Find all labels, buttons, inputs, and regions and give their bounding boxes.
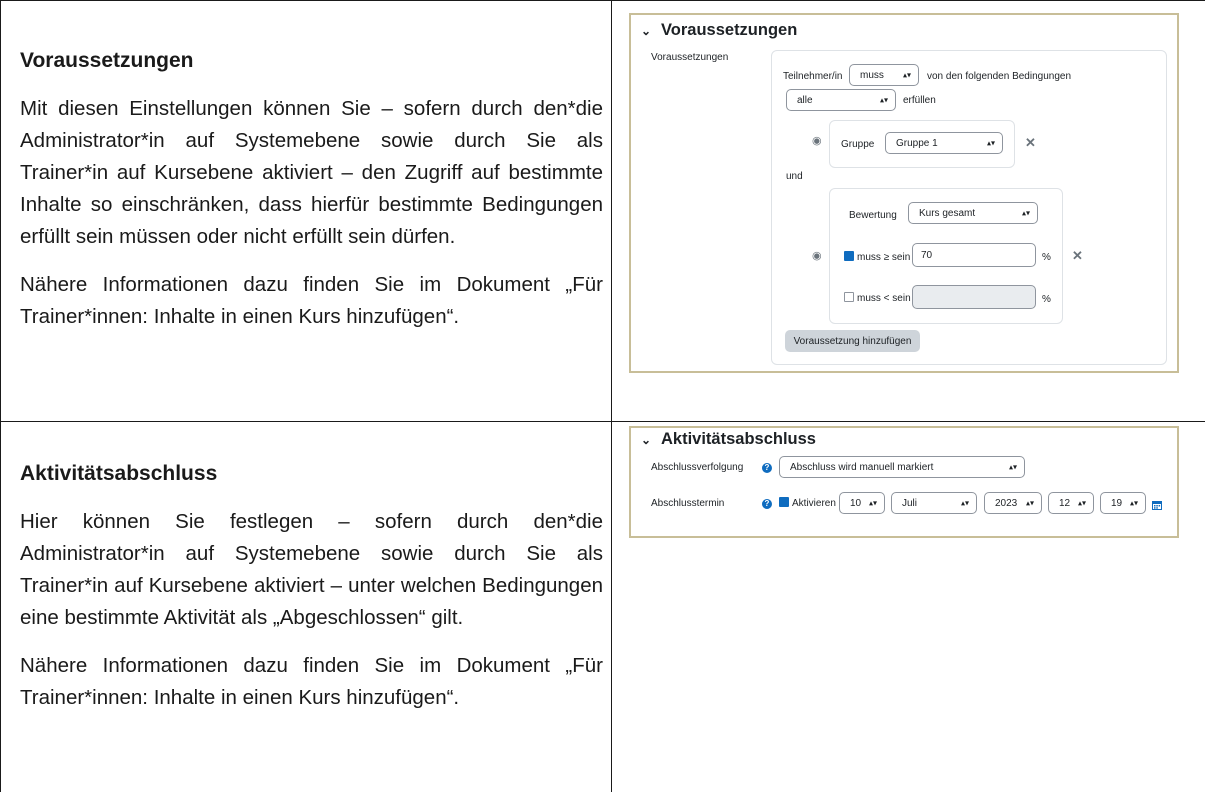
calendar-icon[interactable] xyxy=(1152,497,1162,510)
sort-arrows-icon: ▴▾ xyxy=(1129,498,1138,508)
enable-checkbox[interactable]: Aktivieren xyxy=(779,497,836,509)
table-border-row xyxy=(0,421,1205,422)
tracking-select[interactable]: Abschluss wird manuell markiert ▴▾ xyxy=(779,456,1025,478)
sort-arrows-icon: ▴▾ xyxy=(1008,462,1017,472)
and-text: und xyxy=(786,171,803,182)
minute-select[interactable]: 19 ▴▾ xyxy=(1100,492,1146,514)
sort-arrows-icon: ▴▾ xyxy=(986,138,995,148)
section-paragraph: Nähere Informationen dazu finden Sie im … xyxy=(20,273,603,328)
group-label: Gruppe xyxy=(841,139,875,150)
section-paragraph: Nähere Informationen dazu finden Sie im … xyxy=(20,654,603,709)
chevron-down-icon: ⌄ xyxy=(641,433,652,447)
fulfil-text: erfüllen xyxy=(903,95,936,106)
sort-arrows-icon: ▴▾ xyxy=(960,498,969,508)
table-border-left xyxy=(0,0,1,792)
section-heading: Voraussetzungen xyxy=(20,49,194,72)
conditions-text: von den folgenden Bedingungen xyxy=(927,71,1072,82)
percent-sign: % xyxy=(1042,252,1051,263)
section-heading: Aktivitätsabschluss xyxy=(20,462,218,485)
chevron-down-icon: ⌄ xyxy=(641,24,652,38)
activity-completion-panel: ⌄ Aktivitätsabschluss Abschlussverfolgung… xyxy=(629,426,1179,538)
sort-arrows-icon: ▴▾ xyxy=(902,70,911,80)
group-select[interactable]: Gruppe 1 ▴▾ xyxy=(885,132,1003,154)
hour-select[interactable]: 12 ▴▾ xyxy=(1048,492,1094,514)
sort-arrows-icon: ▴▾ xyxy=(1021,208,1030,218)
year-select[interactable]: 2023 ▴▾ xyxy=(984,492,1042,514)
checkbox-checked-icon xyxy=(844,251,854,262)
close-icon[interactable]: ✕ xyxy=(1072,248,1083,264)
tracking-label: Abschlussverfolgung xyxy=(651,462,744,473)
table-border-top xyxy=(0,0,1205,1)
participant-label: Teilnehmer/in xyxy=(783,71,843,82)
panel-title: Voraussetzungen xyxy=(661,21,798,39)
field-label: Voraussetzungen xyxy=(651,52,729,63)
section-restrict-text: Voraussetzungen Mit diesen Einstellungen… xyxy=(20,49,603,333)
grade-select[interactable]: Kurs gesamt ▴▾ xyxy=(908,202,1038,224)
checkbox-unchecked-icon xyxy=(844,292,854,303)
close-icon[interactable]: ✕ xyxy=(1025,135,1036,151)
sort-arrows-icon: ▴▾ xyxy=(1077,498,1086,508)
eye-icon[interactable]: ◉ xyxy=(812,134,822,147)
grade-label: Bewertung xyxy=(849,210,897,221)
month-select[interactable]: Juli ▴▾ xyxy=(891,492,977,514)
max-grade-input[interactable] xyxy=(912,285,1036,309)
table-border-middle xyxy=(611,0,612,792)
help-icon[interactable]: ? xyxy=(762,499,772,509)
sort-arrows-icon: ▴▾ xyxy=(868,498,877,508)
panel-title: Aktivitätsabschluss xyxy=(661,430,816,448)
expected-label: Abschlusstermin xyxy=(651,498,725,509)
completion-panel-header[interactable]: ⌄ Aktivitätsabschluss xyxy=(641,430,816,449)
sort-arrows-icon: ▴▾ xyxy=(879,95,888,105)
restrict-panel-header[interactable]: ⌄ Voraussetzungen xyxy=(641,21,797,40)
all-select[interactable]: alle ▴▾ xyxy=(786,89,896,111)
eye-icon[interactable]: ◉ xyxy=(812,249,822,262)
min-grade-input[interactable]: 70 xyxy=(912,243,1036,267)
add-restriction-button[interactable]: Voraussetzung hinzufügen xyxy=(785,330,920,352)
percent-sign: % xyxy=(1042,294,1051,305)
min-grade-checkbox[interactable]: muss ≥ sein xyxy=(844,251,910,263)
must-select[interactable]: muss ▴▾ xyxy=(849,64,919,86)
checkbox-checked-icon xyxy=(779,497,789,508)
help-icon[interactable]: ? xyxy=(762,463,772,473)
day-select[interactable]: 10 ▴▾ xyxy=(839,492,885,514)
section-completion-text: Aktivitätsabschluss Hier können Sie fest… xyxy=(20,462,603,714)
section-paragraph: Mit diesen Einstellungen können Sie – so… xyxy=(20,97,603,248)
restrict-access-panel: ⌄ Voraussetzungen Voraussetzungen Teilneh… xyxy=(629,13,1179,373)
section-paragraph: Hier können Sie festlegen – sofern durch… xyxy=(20,510,603,629)
sort-arrows-icon: ▴▾ xyxy=(1025,498,1034,508)
max-grade-checkbox[interactable]: muss < sein xyxy=(844,292,911,304)
